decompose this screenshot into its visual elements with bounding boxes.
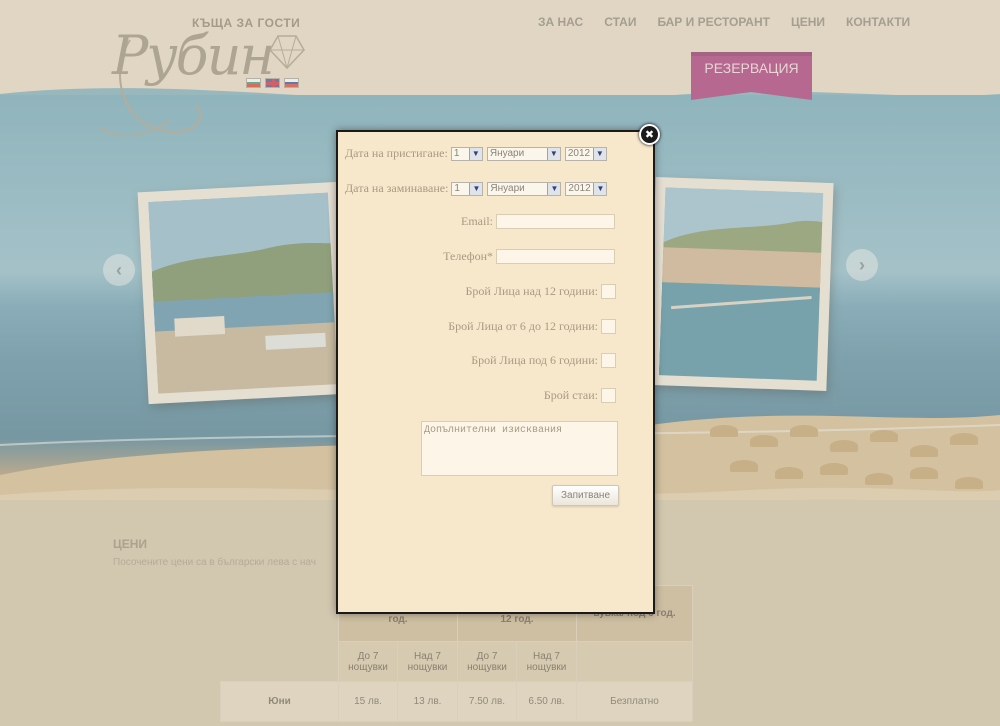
departure-month-select[interactable]: Януари ▼: [487, 181, 562, 196]
arrival-day-select[interactable]: 1 ▼: [450, 146, 483, 161]
departure-row: Дата на заминаване: 1 ▼ Януари ▼ 2012 ▼: [345, 181, 611, 196]
kids-6-12-label: Брой Лица от 6 до 12 години:: [448, 319, 598, 333]
kids-under6-row: Брой Лица под 6 години:: [471, 353, 616, 368]
requirements-textarea[interactable]: Допълнителни изисквания: [421, 421, 618, 476]
arrival-month-select[interactable]: Януари ▼: [486, 146, 561, 161]
phone-field[interactable]: [496, 249, 615, 264]
chevron-down-icon: ▼: [469, 182, 483, 195]
kids-6-12-row: Брой Лица от 6 до 12 години:: [448, 319, 616, 334]
reservation-modal: Дата на пристигане: 1 ▼ Януари ▼ 2012 ▼ Дат…: [336, 130, 655, 614]
rooms-row: Брой стаи:: [544, 388, 616, 403]
chevron-down-icon: ▼: [547, 182, 561, 195]
arrival-row: Дата на пристигане: 1 ▼ Януари ▼ 2012 ▼: [345, 146, 611, 161]
email-field[interactable]: [496, 214, 615, 229]
rooms-label: Брой стаи:: [543, 388, 598, 402]
kids-6-12-count-field[interactable]: [601, 319, 616, 334]
departure-year-select[interactable]: 2012 ▼: [565, 181, 608, 196]
adults-count-field[interactable]: [601, 284, 616, 299]
chevron-down-icon: ▼: [468, 147, 482, 160]
adults-label: Брой Лица над 12 години:: [465, 284, 598, 298]
close-icon: ✖: [644, 128, 655, 141]
chevron-down-icon: ▼: [593, 182, 607, 195]
adults-row: Брой Лица над 12 години:: [466, 284, 616, 299]
chevron-down-icon: ▼: [546, 147, 560, 160]
phone-row: Телефон*: [443, 249, 615, 264]
chevron-down-icon: ▼: [592, 147, 606, 160]
phone-label: Телефон*: [443, 249, 493, 263]
email-row: Email:: [461, 214, 615, 229]
departure-day-select[interactable]: 1 ▼: [451, 181, 484, 196]
arrival-label: Дата на пристигане:: [345, 146, 448, 160]
close-modal-button[interactable]: ✖: [639, 124, 660, 145]
departure-label: Дата на заминаване:: [345, 181, 449, 195]
rooms-count-field[interactable]: [601, 388, 616, 403]
email-label: Email:: [461, 214, 493, 228]
arrival-year-select[interactable]: 2012 ▼: [564, 146, 607, 161]
submit-inquiry-button[interactable]: Запитване: [552, 485, 619, 506]
kids-under6-count-field[interactable]: [601, 353, 616, 368]
kids-under6-label: Брой Лица под 6 години:: [471, 353, 598, 367]
